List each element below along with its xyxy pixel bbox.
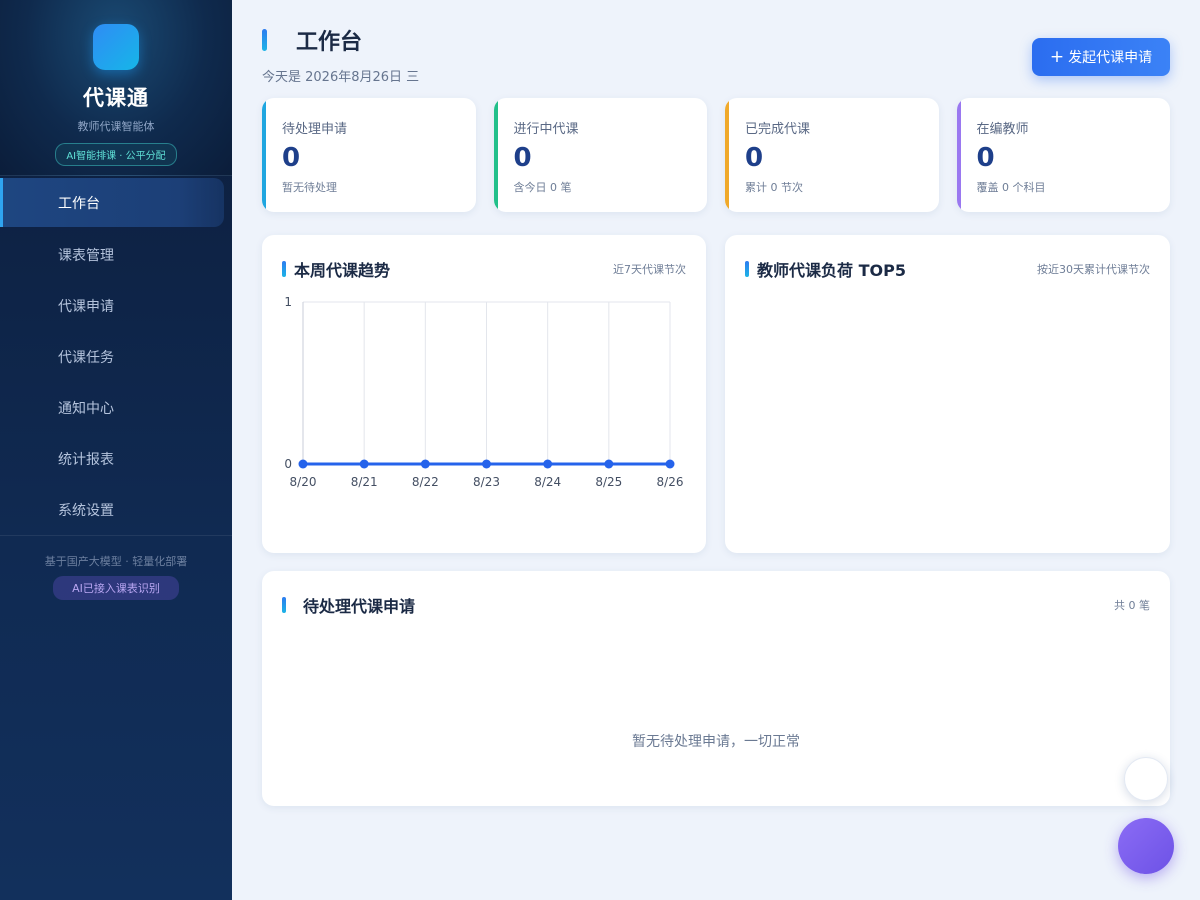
x-tick-label: 8/24 [534, 475, 561, 489]
ai-status-badge: AI已接入课表识别 [53, 576, 179, 600]
stat-label: 已完成代课 [745, 122, 811, 137]
trend-data-point [482, 459, 491, 469]
y-tick-label: 1 [284, 295, 292, 309]
sidebar-item-reports[interactable]: 统计报表 [0, 433, 232, 484]
sidebar-item-settings[interactable]: 系统设置 [0, 484, 232, 535]
assistant-fab-button[interactable] [1118, 818, 1174, 874]
x-tick-label: 8/22 [412, 475, 439, 489]
trend-data-point [298, 459, 308, 469]
pending-count: 共 0 笔 [1114, 599, 1150, 612]
weekly-trend-panel: 本周代课趋势 近7天代课节次 0 1 8/20 8/21 8/22 8/23 8/24 8/2… [262, 235, 706, 553]
panel-accent-bar [745, 261, 749, 277]
sidebar-footer-text: 基于国产大模型 · 轻量化部署 [44, 555, 188, 568]
stat-label: 进行中代课 [513, 122, 579, 137]
brand-badge: AI智能排课 · 公平分配 [55, 143, 177, 166]
sidebar-item-timetable[interactable]: 课表管理 [0, 229, 232, 280]
sidebar-item-substitute-request[interactable]: 代课申请 [0, 280, 232, 331]
stat-label: 在编教师 [976, 122, 1029, 137]
sidebar-footer: 基于国产大模型 · 轻量化部署 AI已接入课表识别 [0, 535, 232, 600]
create-request-label: 发起代课申请 [1068, 50, 1153, 66]
create-substitute-request-button[interactable]: + 发起代课申请 [1032, 38, 1170, 76]
sidebar-item-dashboard[interactable]: 工作台 [0, 178, 224, 227]
stat-card-pending[interactable]: 待处理申请 0 暂无待处理 [262, 98, 476, 212]
floating-action-button[interactable] [1124, 757, 1168, 801]
stat-card-teachers[interactable]: 在编教师 0 覆盖 0 个科目 [956, 98, 1170, 212]
trend-data-point [665, 459, 675, 469]
x-tick-label: 8/20 [290, 475, 317, 489]
stat-value: 0 [513, 143, 532, 173]
stat-card-completed[interactable]: 已完成代课 0 累计 0 节次 [725, 98, 939, 212]
trend-data-point [543, 459, 553, 469]
app-logo-icon [93, 24, 139, 70]
trend-line-chart: 0 1 8/20 8/21 8/22 8/23 8/24 8/25 8/26 [284, 295, 684, 489]
sidebar-item-notifications[interactable]: 通知中心 [0, 382, 232, 433]
stat-note: 累计 0 节次 [745, 181, 803, 194]
stat-card-in-progress[interactable]: 进行中代课 0 含今日 0 笔 [493, 98, 707, 212]
page-date: 今天是 2026年8月26日 三 [262, 70, 420, 85]
panel-subtitle: 按近30天累计代课节次 [1037, 263, 1150, 276]
x-tick-label: 8/25 [595, 475, 622, 489]
stat-value: 0 [282, 143, 301, 173]
empty-state-text: 暂无待处理申请，一切正常 [632, 734, 800, 750]
stat-value: 0 [976, 143, 995, 173]
trend-data-point [604, 459, 614, 469]
sidebar-nav: 工作台 课表管理 代课申请 代课任务 通知中心 统计报表 系统设置 [0, 178, 232, 535]
panel-title: 教师代课负荷 TOP5 [757, 261, 906, 280]
x-tick-label: 8/26 [657, 475, 684, 489]
page-header: 工作台 今天是 2026年8月26日 三 [262, 24, 419, 85]
y-tick-label: 0 [284, 457, 292, 471]
sidebar-item-substitute-tasks[interactable]: 代课任务 [0, 331, 232, 382]
page-title: 工作台 [296, 30, 363, 55]
plus-icon: + [1049, 46, 1065, 67]
x-tick-label: 8/21 [351, 475, 378, 489]
title-accent-bar [262, 29, 267, 51]
trend-data-point [420, 459, 430, 469]
panel-title: 待处理代课申请 [303, 597, 416, 616]
pending-requests-panel: 待处理代课申请 共 0 笔 暂无待处理申请，一切正常 [262, 571, 1170, 806]
stat-cards: 待处理申请 0 暂无待处理 进行中代课 0 含今日 0 笔 已完成代课 0 累计… [262, 98, 1170, 212]
stat-value: 0 [745, 143, 764, 173]
stat-note: 暂无待处理 [282, 181, 337, 194]
main-content: 工作台 今天是 2026年8月26日 三 + 发起代课申请 待处理申请 0 暂无… [232, 0, 1200, 900]
trend-data-point [359, 459, 369, 469]
teacher-load-panel: 教师代课负荷 TOP5 按近30天累计代课节次 [725, 235, 1170, 553]
stat-note: 含今日 0 笔 [513, 181, 572, 194]
brand-name: 代课通 [83, 86, 149, 110]
panel-accent-bar [282, 597, 286, 613]
stat-note: 覆盖 0 个科目 [976, 181, 1046, 194]
sidebar: 代课通 教师代课智能体 AI智能排课 · 公平分配 工作台 课表管理 代课申请 … [0, 0, 232, 900]
stat-label: 待处理申请 [282, 122, 348, 137]
brand-subtitle: 教师代课智能体 [77, 120, 155, 133]
brand-header: 代课通 教师代课智能体 AI智能排课 · 公平分配 [0, 0, 232, 176]
x-tick-label: 8/23 [473, 475, 500, 489]
